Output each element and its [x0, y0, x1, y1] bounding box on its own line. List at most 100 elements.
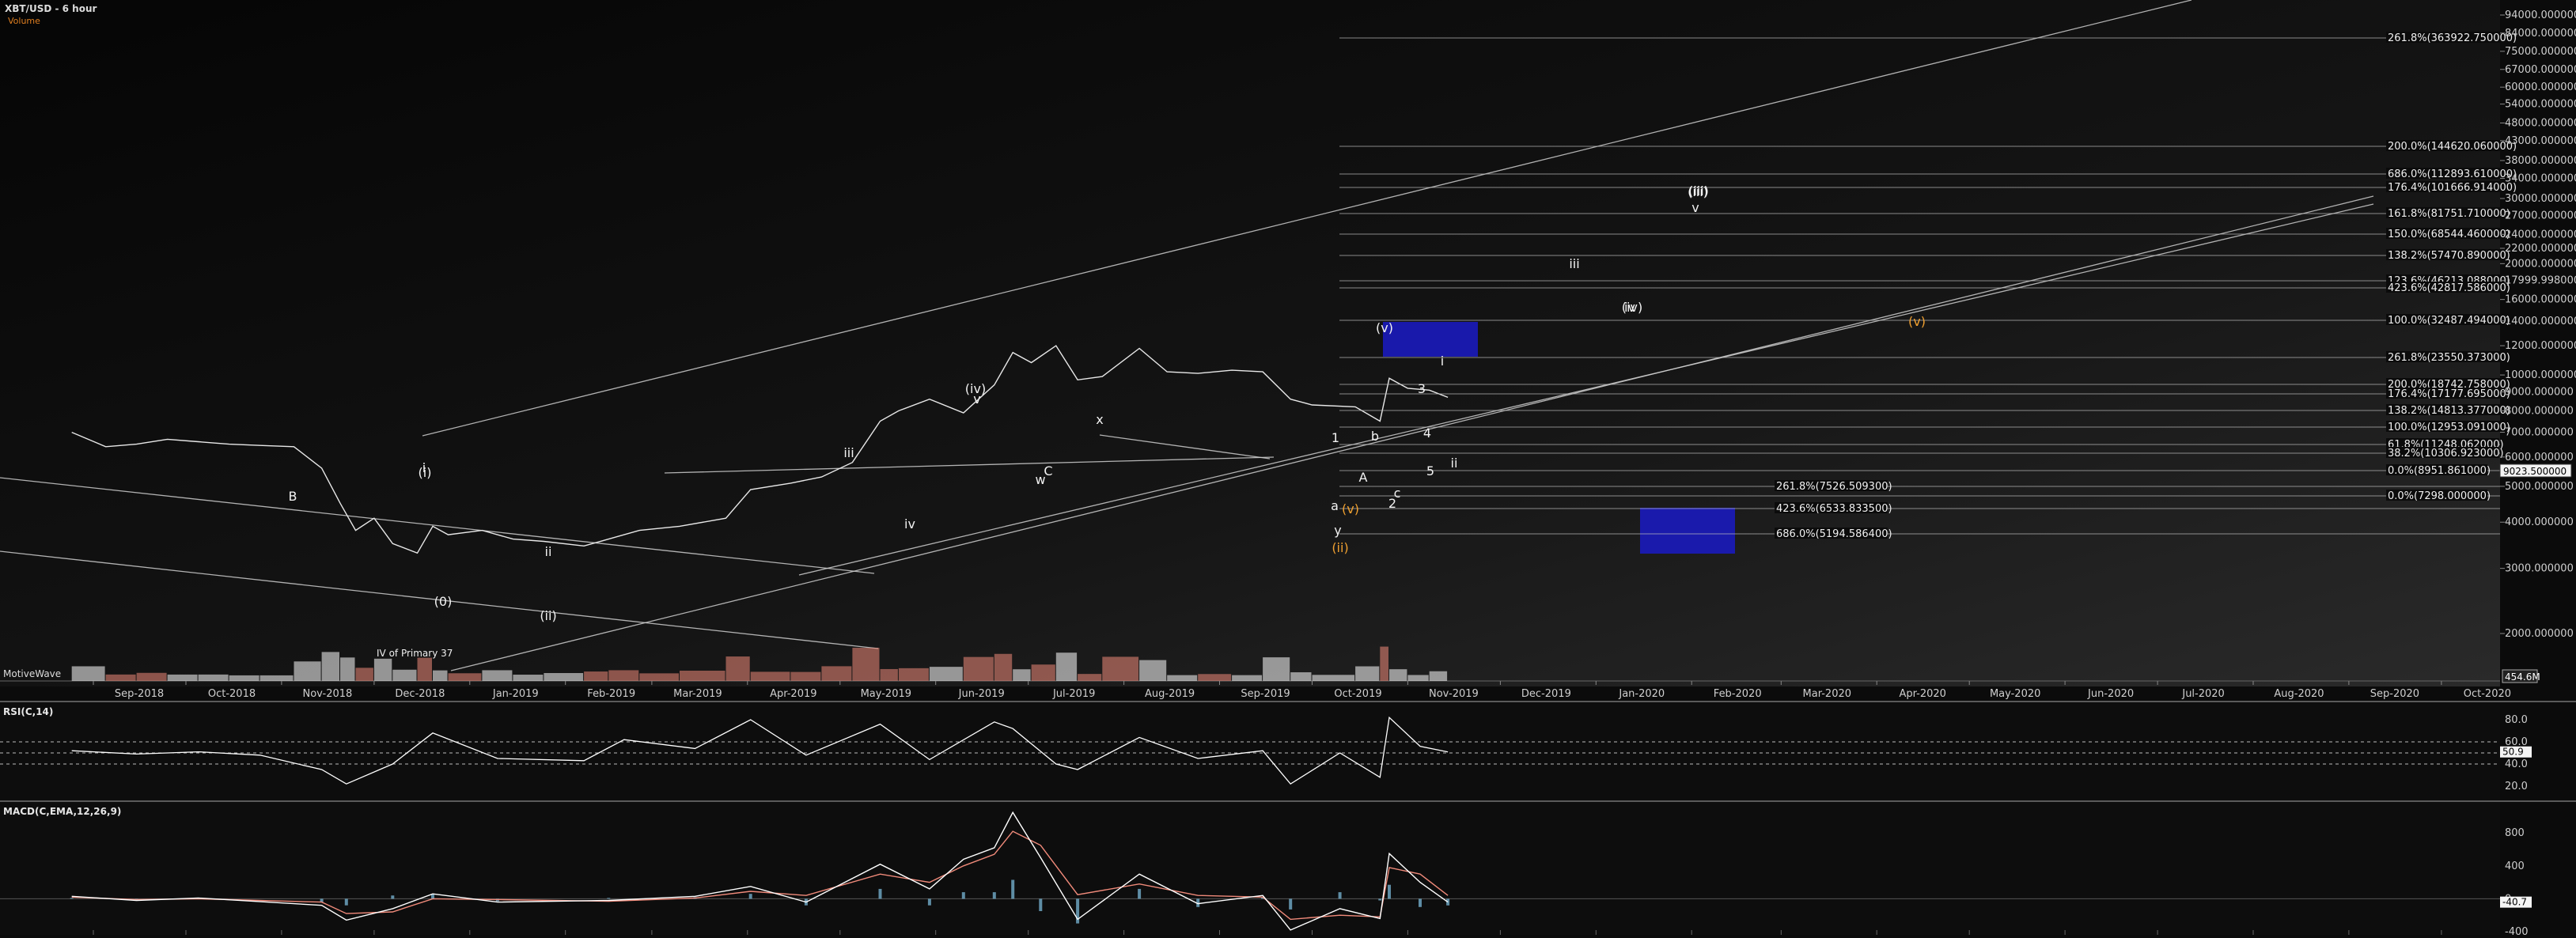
x-tick-label: Aug-2019	[1145, 688, 1195, 700]
volume-bar	[898, 668, 929, 681]
x-tick-label: Oct-2020	[2464, 688, 2511, 700]
volume-bar	[167, 674, 198, 681]
wave-label: (v)	[1376, 320, 1393, 335]
volume-bar	[1232, 675, 1263, 681]
fib-label: 38.2%(10306.923000)	[2388, 448, 2504, 460]
volume-bar	[433, 670, 448, 681]
fib-label: 100.0%(32487.494000)	[2388, 315, 2510, 327]
wave-label: iv	[1624, 300, 1635, 315]
volume-bar	[482, 670, 513, 681]
wave-label: 3	[1418, 381, 1426, 396]
y-tick-label: 2000.000000	[2505, 628, 2574, 640]
wave-label: 5	[1426, 463, 1434, 478]
rsi-panel-bg	[0, 702, 2500, 800]
x-tick-label: Dec-2019	[1521, 688, 1571, 700]
y-tick-label: 75000.000000	[2505, 46, 2576, 58]
x-tick-label: Oct-2018	[208, 688, 256, 700]
wave-label: a	[1331, 498, 1339, 513]
x-tick-label: Feb-2020	[1714, 688, 1762, 700]
fib-label: 686.0%(112893.610000)	[2388, 168, 2517, 180]
y-tick-label: 22000.000000	[2505, 243, 2576, 255]
volume-bar	[584, 671, 608, 681]
volume-bar	[71, 666, 105, 681]
wave-label: v	[973, 391, 980, 407]
y-tick-label: 17999.998000	[2505, 275, 2576, 287]
volume-bar	[1389, 669, 1407, 681]
fib-label: 0.0%(8951.861000)	[2388, 465, 2491, 477]
wave-label: (0)	[434, 594, 453, 609]
y-tick-label: 9000.000000	[2505, 387, 2574, 399]
x-tick-label: Sep-2018	[115, 688, 164, 700]
volume-bar	[1380, 646, 1388, 681]
price-readout: 9023.500000	[2503, 466, 2567, 477]
macd-readout: -40.7	[2502, 897, 2527, 908]
volume-bar	[725, 656, 750, 681]
volume-bar	[1167, 675, 1198, 681]
x-tick-label: Mar-2020	[1803, 688, 1851, 700]
macd-tick-label: 400	[2505, 860, 2525, 872]
volume-bar	[1290, 672, 1312, 681]
macd-histogram-bar	[391, 895, 395, 899]
target-box-lower	[1640, 508, 1735, 554]
rsi-readout: 50.9	[2502, 747, 2524, 758]
wave-label: (v)	[1908, 314, 1926, 329]
macd-histogram-bar	[878, 888, 882, 899]
fib-label: 423.6%(42817.586000)	[2388, 282, 2510, 294]
volume-bar	[1263, 657, 1290, 681]
macd-histogram-bar	[961, 892, 965, 899]
wave-label: (i)	[419, 465, 432, 480]
fib-label: 150.0%(68544.460000)	[2388, 229, 2510, 240]
x-tick-label: Feb-2019	[587, 688, 635, 700]
volume-bar	[790, 671, 821, 681]
volume-bar	[448, 673, 482, 681]
wave-label: A	[1359, 470, 1368, 485]
fib-label: 100.0%(12953.091000)	[2388, 422, 2510, 433]
x-tick-label: Apr-2019	[770, 688, 816, 700]
volume-bar	[821, 666, 852, 681]
volume-bar	[1139, 660, 1167, 681]
macd-histogram-bar	[1289, 898, 1293, 910]
volume-bar	[1429, 671, 1448, 681]
x-tick-label: Dec-2018	[395, 688, 445, 700]
y-tick-label: 6000.000000	[2505, 452, 2574, 463]
volume-bar	[136, 672, 167, 681]
wave-label: (ii)	[540, 608, 556, 623]
volume-bar	[417, 657, 432, 681]
fib-label: 176.4%(17177.695000)	[2388, 388, 2510, 400]
target-box-upper	[1383, 322, 1478, 357]
macd-histogram-bar	[1011, 879, 1015, 899]
wave-label: b	[1371, 429, 1379, 444]
wave-label: (v)	[1342, 501, 1359, 516]
volume-bar	[608, 670, 639, 681]
x-tick-label: May-2020	[1990, 688, 2040, 700]
wave-label: (iii)	[1688, 183, 1709, 199]
wave-label: i	[1441, 354, 1444, 369]
volume-bar	[198, 674, 229, 681]
x-tick-label: May-2019	[861, 688, 911, 700]
y-tick-label: 27000.000000	[2505, 210, 2576, 221]
y-tick-label: 20000.000000	[2505, 258, 2576, 270]
fib-label: 686.0%(5194.586400)	[1776, 528, 1892, 540]
y-tick-label: 84000.000000	[2505, 28, 2576, 40]
fib-label: 161.8%(81751.710000)	[2388, 208, 2510, 220]
volume-bar	[373, 658, 392, 681]
macd-tick-label: -400	[2505, 926, 2529, 938]
wave-label: B	[289, 489, 297, 504]
x-tick-label: Sep-2020	[2370, 688, 2419, 700]
volume-bar	[1031, 664, 1055, 681]
x-tick-label: Mar-2019	[673, 688, 722, 700]
x-tick-label: Nov-2019	[1429, 688, 1479, 700]
volume-readout: 454.6M	[2505, 671, 2540, 683]
fib-label: 200.0%(144620.060000)	[2388, 141, 2517, 153]
wave-label: C	[1044, 463, 1052, 478]
volume-bar	[355, 668, 373, 681]
primary-annotation: IV of Primary 37	[377, 648, 453, 659]
x-tick-label: Aug-2020	[2274, 688, 2324, 700]
volume-bar	[852, 648, 880, 681]
fib-label: 423.6%(6533.833500)	[1776, 503, 1892, 515]
volume-bar	[340, 657, 355, 681]
wave-label: c	[1394, 486, 1401, 501]
rsi-tick-label: 80.0	[2505, 714, 2528, 726]
watermark: MotiveWave	[3, 668, 61, 679]
macd-histogram-bar	[1338, 892, 1342, 899]
